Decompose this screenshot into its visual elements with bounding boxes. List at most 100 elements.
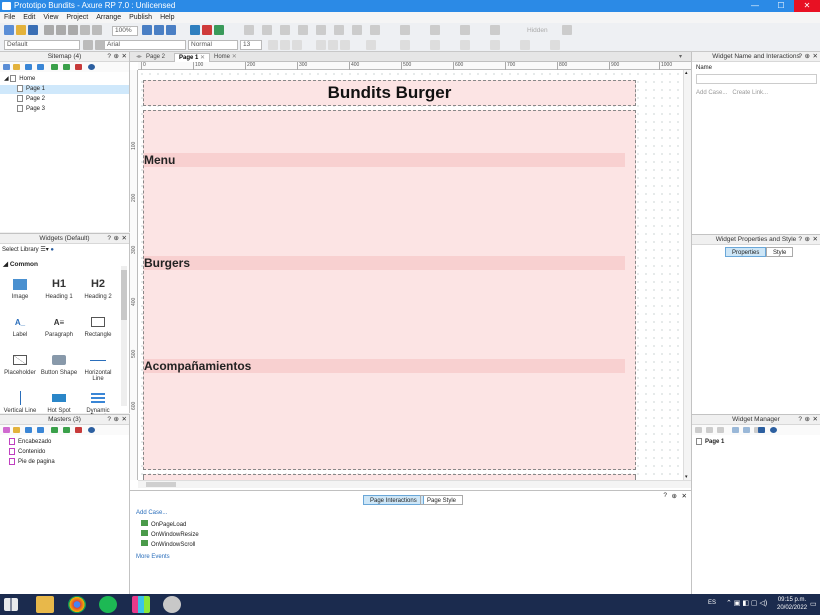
panel-close-icon[interactable]: ✕ xyxy=(122,52,127,62)
notification-icon[interactable]: ▭ xyxy=(810,600,817,608)
connector-icon[interactable] xyxy=(154,25,164,35)
widget-vertical-line[interactable]: Vertical Line xyxy=(0,388,40,414)
cut-icon[interactable] xyxy=(44,25,54,35)
help-icon[interactable]: ? xyxy=(798,235,802,245)
font-weight-select[interactable]: Normal xyxy=(188,40,238,50)
search-icon[interactable] xyxy=(770,427,777,433)
menu-help[interactable]: Help xyxy=(156,12,178,23)
widget-horizontal-line[interactable]: Horizontal Line xyxy=(78,350,118,382)
arrow-style-icon[interactable] xyxy=(520,40,530,50)
help-icon[interactable]: ? xyxy=(798,52,802,62)
canvas-horizontal-scrollbar[interactable] xyxy=(138,480,691,488)
widget-rectangle[interactable]: Rectangle xyxy=(78,312,118,338)
clock[interactable]: 09:15 p.m. 20/02/2022 xyxy=(777,596,807,612)
close-button[interactable]: ✕ xyxy=(794,0,820,12)
widget-hot-spot[interactable]: Hot Spot xyxy=(39,388,79,414)
help-icon[interactable]: ? xyxy=(663,492,667,499)
pin-icon[interactable]: ⊕ xyxy=(805,235,810,245)
help-icon[interactable]: ? xyxy=(107,415,111,425)
delete-page-icon[interactable] xyxy=(75,64,82,70)
sitemap-item-page-2[interactable]: Page 2 xyxy=(17,95,45,104)
file-explorer-icon[interactable] xyxy=(36,596,54,613)
section-burgers[interactable]: Burgers xyxy=(144,256,625,270)
border-color-icon[interactable] xyxy=(430,40,440,50)
adaptive-icon[interactable] xyxy=(562,25,572,35)
tab-home[interactable]: Home ✕ xyxy=(210,53,241,62)
spotify-icon[interactable] xyxy=(99,596,117,613)
pin-icon[interactable]: ⊕ xyxy=(672,492,677,500)
align-left-icon[interactable] xyxy=(316,40,326,50)
delete-master-icon[interactable] xyxy=(75,427,82,433)
pin-icon[interactable]: ⊕ xyxy=(114,52,119,62)
tab-properties[interactable]: Properties xyxy=(725,247,767,257)
menu-project[interactable]: Project xyxy=(62,12,92,23)
menu-publish[interactable]: Publish xyxy=(125,12,156,23)
scroll-up-icon[interactable]: ▴ xyxy=(685,70,688,76)
add-folder-icon[interactable] xyxy=(13,427,20,433)
master-item-pie-de-pagina[interactable]: Pie de pagina xyxy=(9,458,55,467)
tab-page-style[interactable]: Page Style xyxy=(420,495,464,505)
border-width-icon[interactable] xyxy=(460,40,470,50)
menu-file[interactable]: File xyxy=(0,12,19,23)
event-onpageload[interactable]: OnPageLoad xyxy=(141,520,199,530)
scrollbar-thumb[interactable] xyxy=(146,482,176,487)
more-events-link[interactable]: More Events xyxy=(136,554,170,560)
widget-placeholder[interactable]: Placeholder xyxy=(0,350,40,376)
search-icon[interactable] xyxy=(88,64,95,70)
publish-icon[interactable] xyxy=(214,25,224,35)
widget-button-shape[interactable]: Button Shape xyxy=(39,350,79,376)
copy-icon[interactable] xyxy=(56,25,66,35)
widget-category-common[interactable]: ◢ Common xyxy=(3,260,38,268)
panel-close-icon[interactable]: ✕ xyxy=(122,415,127,425)
help-icon[interactable]: ? xyxy=(798,415,802,425)
tab-page-2[interactable]: Page 2 xyxy=(142,53,169,62)
zoom-select[interactable]: 100% xyxy=(112,26,138,36)
add-master-icon[interactable] xyxy=(3,427,10,433)
add-case-link[interactable]: Add Case... xyxy=(136,510,167,516)
event-onwindowscroll[interactable]: OnWindowScroll xyxy=(141,540,199,550)
pin-icon[interactable]: ⊕ xyxy=(114,415,119,425)
fill-color-icon[interactable] xyxy=(400,40,410,50)
pin-icon[interactable]: ⊕ xyxy=(805,52,810,62)
font-family-select[interactable]: Arial xyxy=(104,40,186,50)
flip-icon[interactable] xyxy=(370,25,380,35)
minimize-button[interactable]: — xyxy=(742,0,768,12)
help-icon[interactable]: ? xyxy=(107,52,111,62)
tray-icons[interactable]: ⌃ ▣ ◧ ▢ ◁) xyxy=(726,599,767,607)
tab-style[interactable]: Style xyxy=(766,247,794,257)
font-size-select[interactable]: 13 xyxy=(240,40,262,50)
move-down-icon[interactable] xyxy=(37,427,44,433)
sitemap-item-home[interactable]: ◢ Home xyxy=(4,75,35,84)
menu-arrange[interactable]: Arrange xyxy=(92,12,125,23)
widget-heading-1[interactable]: H1 Heading 1 xyxy=(39,274,79,300)
indent-icon[interactable] xyxy=(51,427,58,433)
undo-icon[interactable] xyxy=(80,25,90,35)
panel-close-icon[interactable]: ✕ xyxy=(813,415,818,425)
section-menu[interactable]: Menu xyxy=(144,153,625,167)
canvas-vertical-scrollbar[interactable]: ▴ ▾ xyxy=(683,70,691,480)
italic-icon[interactable] xyxy=(280,40,290,50)
new-icon[interactable] xyxy=(4,25,14,35)
panel-close-icon[interactable]: ✕ xyxy=(122,234,127,244)
menu-view[interactable]: View xyxy=(39,12,62,23)
chrome-icon[interactable] xyxy=(68,596,86,613)
tab-list-icon[interactable]: ▾ xyxy=(675,53,686,62)
duplicate-icon[interactable] xyxy=(706,427,713,433)
sitemap-item-page-1[interactable]: Page 1 xyxy=(0,85,129,94)
paste-icon[interactable] xyxy=(68,25,78,35)
widget-heading-2[interactable]: H2 Heading 2 xyxy=(78,274,118,300)
pin-icon[interactable]: ⊕ xyxy=(114,234,119,244)
add-folder-icon[interactable] xyxy=(13,64,20,70)
help-icon[interactable]: ? xyxy=(107,234,111,244)
sitemap-item-page-3[interactable]: Page 3 xyxy=(17,105,45,114)
pin-icon[interactable]: ⊕ xyxy=(805,415,810,425)
panel-close-icon[interactable]: ✕ xyxy=(682,492,687,500)
tab-page-interactions[interactable]: Page Interactions xyxy=(363,495,424,505)
distribute-icon[interactable] xyxy=(280,25,290,35)
header-master[interactable]: Bundits Burger xyxy=(143,80,636,106)
header-title[interactable]: Bundits Burger xyxy=(144,81,635,105)
share-icon[interactable] xyxy=(202,25,212,35)
menu-edit[interactable]: Edit xyxy=(19,12,39,23)
lock-icon[interactable] xyxy=(316,25,326,35)
tab-close-icon[interactable]: ✕ xyxy=(200,55,205,61)
